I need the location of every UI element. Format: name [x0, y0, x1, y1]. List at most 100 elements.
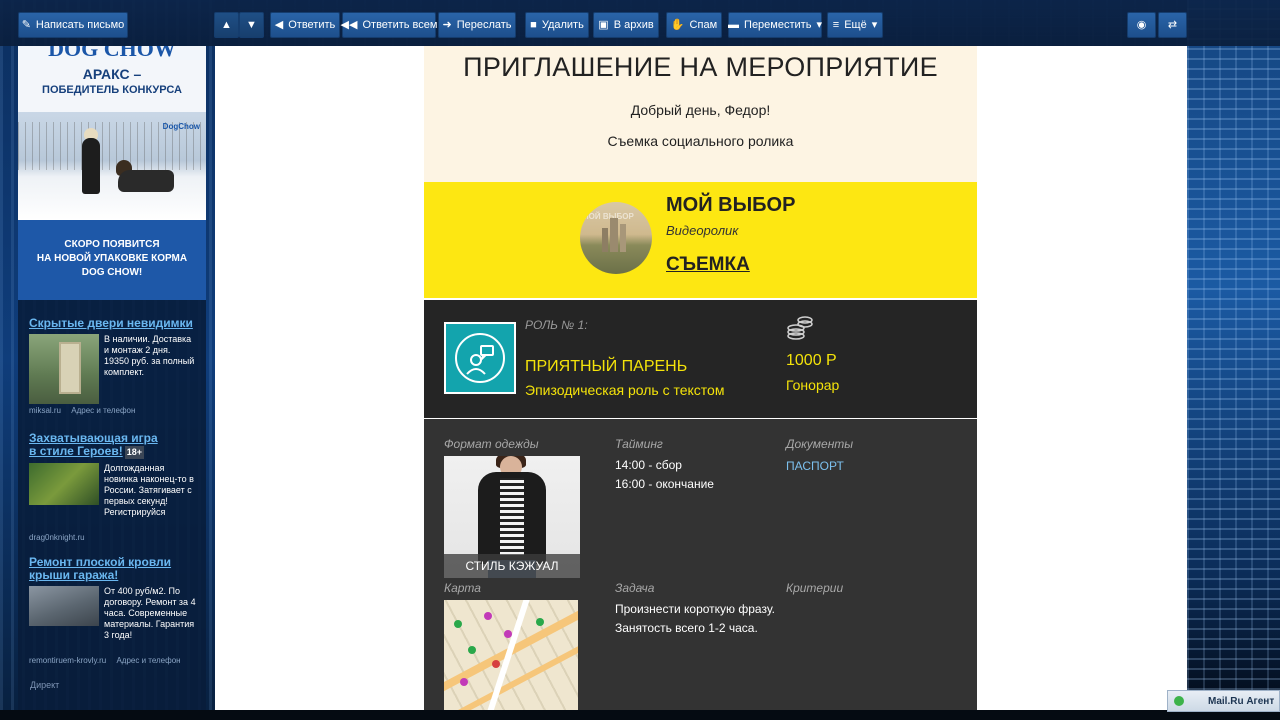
spam-label: Спам: [689, 19, 718, 31]
forward-label: Переслать: [456, 19, 512, 31]
ad-contact-link[interactable]: Адрес и телефон: [116, 656, 180, 665]
move-button[interactable]: ▬ Переместить ▾: [728, 12, 822, 38]
theme-button[interactable]: ◉: [1127, 12, 1156, 38]
dogchow-banner[interactable]: DOG CHOW АРАКС – ПОБЕДИТЕЛЬ КОНКУРСА Dog…: [18, 46, 206, 300]
ad-title-line2-text: в стиле Героев!: [29, 444, 123, 458]
agent-status-icon: [1174, 696, 1184, 706]
map-pin-icon: [492, 660, 500, 668]
letter-title: ПРИГЛАШЕНИЕ НА МЕРОПРИЯТИЕ: [463, 52, 938, 82]
banner-subheadline: ПОБЕДИТЕЛЬ КОНКУРСА: [42, 84, 182, 96]
delete-label: Удалить: [541, 19, 584, 31]
pencil-icon: ✎: [21, 18, 31, 31]
ad-item: Ремонт плоской кровли крыши гаража! От 4…: [29, 556, 199, 665]
striped-shirt-shape: [500, 478, 524, 558]
ad-domain[interactable]: miksal.ru: [29, 406, 61, 415]
task-line-1: Произнести короткую фразу.: [615, 602, 775, 616]
spam-button[interactable]: ✋ Спам: [666, 12, 722, 38]
reply-all-label: Ответить всем: [362, 19, 438, 31]
ad-image[interactable]: [29, 463, 99, 505]
map-pin-icon: [504, 630, 512, 638]
reply-icon: ◀: [274, 18, 284, 31]
ad-title[interactable]: Ремонт плоской кровли крыши гаража!: [29, 556, 199, 582]
bottom-strip: [0, 710, 1280, 720]
ad-item: Скрытые двери невидимки В наличии. Доста…: [29, 317, 199, 415]
speaking-person-icon: [455, 333, 505, 383]
letter-subtitle: Съемка социального ролика: [607, 133, 794, 149]
ad-domain[interactable]: remontiruem-krovly.ru: [29, 656, 106, 665]
person-figure: [82, 138, 100, 194]
left-ad-column: DOG CHOW АРАКС – ПОБЕДИТЕЛЬ КОНКУРСА Dog…: [18, 46, 206, 710]
reply-button[interactable]: ◀ Ответить: [270, 12, 340, 38]
thumbs-down-icon: ✋: [670, 18, 685, 31]
compose-button[interactable]: ✎ Написать письмо: [18, 12, 128, 38]
ad-body: В наличии. Доставка и монтаж 2 дня. 1935…: [29, 334, 199, 406]
reply-all-button[interactable]: ◀◀ Ответить всем: [341, 12, 438, 38]
role-name: ПРИЯТНЫЙ ПАРЕНЬ: [525, 358, 688, 375]
letter-intro: ПРИГЛАШЕНИЕ НА МЕРОПРИЯТИЕ Добрый день, …: [424, 46, 977, 182]
swap-icon: ⇄: [1167, 18, 1178, 31]
message-view: ПРИГЛАШЕНИЕ НА МЕРОПРИЯТИЕ Добрый день, …: [215, 46, 1187, 710]
dog-figure: [118, 170, 174, 192]
ad-contact-link[interactable]: Адрес и телефон: [71, 406, 135, 415]
reply-label: Ответить: [288, 19, 336, 31]
compose-label: Написать письмо: [35, 19, 125, 31]
documents-passport-link[interactable]: ПАСПОРТ: [786, 459, 844, 473]
project-block: МОЙ ВЫБОР МОЙ ВЫБОР Видеоролик СЪЕМКА: [424, 182, 977, 298]
arrow-down-icon: ▼: [246, 18, 257, 31]
role-icon: [444, 322, 516, 394]
banner-bottom-text: СКОРО ПОЯВИТСЯ НА НОВОЙ УПАКОВКЕ КОРМА D…: [18, 238, 206, 280]
ad-meta: miksal.ru Адрес и телефон: [29, 406, 199, 415]
project-action-link[interactable]: СЪЕМКА: [666, 254, 750, 276]
map-pin-icon: [536, 618, 544, 626]
fee-label: Гонорар: [786, 377, 840, 393]
ad-body: От 400 руб/м2. По договору. Ремонт за 4 …: [29, 586, 199, 656]
archive-label: В архив: [613, 19, 654, 31]
layout-toggle-button[interactable]: ⇄: [1158, 12, 1187, 38]
delete-button[interactable]: ■ Удалить: [525, 12, 589, 38]
map-pin-icon: [454, 620, 462, 628]
direct-ads: Скрытые двери невидимки В наличии. Доста…: [18, 300, 206, 710]
package-logo: DogChow: [162, 122, 200, 131]
map-label: Карта: [444, 581, 481, 595]
ad-title[interactable]: Захватывающая игра в стиле Героев! 18+: [29, 432, 199, 459]
details-block: Формат одежды Тайминг Документы СТИЛЬ КЭ…: [424, 419, 977, 710]
ad-domain[interactable]: drag0nknight.ru: [29, 533, 85, 542]
dress-code-label: Формат одежды: [444, 437, 539, 451]
direct-label[interactable]: Директ: [30, 680, 59, 690]
previous-message-button[interactable]: ▲: [214, 12, 239, 38]
location-map[interactable]: [444, 600, 578, 710]
ad-title[interactable]: Скрытые двери невидимки: [29, 317, 199, 330]
fee-amount: 1000 Р: [786, 352, 837, 369]
timing-end: 16:00 - окончание: [615, 477, 714, 491]
age-badge: 18+: [124, 446, 144, 459]
archive-button[interactable]: ▣ В архив: [593, 12, 659, 38]
banner-bottom-line3: DOG CHOW!: [81, 267, 143, 278]
more-button[interactable]: ≡ Ещё ▾: [827, 12, 883, 38]
banner-brand: DOG CHOW: [18, 46, 206, 60]
project-name: МОЙ ВЫБОР: [666, 194, 796, 216]
coins-icon: [787, 316, 813, 340]
ad-title-line2: крыши гаража!: [29, 568, 119, 582]
map-pin-icon: [460, 678, 468, 686]
dress-code-caption: СТИЛЬ КЭЖУАЛ: [444, 554, 580, 578]
chevron-down-icon: ▾: [816, 18, 822, 31]
banner-photo: DogChow: [18, 112, 206, 220]
next-message-button[interactable]: ▼: [239, 12, 264, 38]
role-description: Эпизодическая роль с текстом: [525, 382, 725, 398]
ad-image[interactable]: [29, 586, 99, 626]
ad-image[interactable]: [29, 334, 99, 404]
project-image: МОЙ ВЫБОР: [580, 202, 652, 274]
brush-icon: ◉: [1136, 18, 1147, 31]
forward-button[interactable]: ➜ Переслать: [438, 12, 516, 38]
door-shape: [59, 342, 81, 394]
mail-agent-widget[interactable]: Mail.Ru Агент: [1167, 690, 1280, 712]
role-block: РОЛЬ № 1: ПРИЯТНЫЙ ПАРЕНЬ Эпизодическая …: [424, 300, 977, 418]
tower-shape: [610, 218, 618, 252]
timing-label: Тайминг: [615, 437, 663, 451]
timing-start: 14:00 - сбор: [615, 458, 682, 472]
ad-title-line2: в стиле Героев! 18+: [29, 445, 199, 459]
ad-text: От 400 руб/м2. По договору. Ремонт за 4 …: [104, 586, 196, 640]
tower-shape: [620, 224, 626, 252]
menu-icon: ≡: [832, 18, 840, 31]
agent-label: Mail.Ru Агент: [1208, 695, 1275, 707]
